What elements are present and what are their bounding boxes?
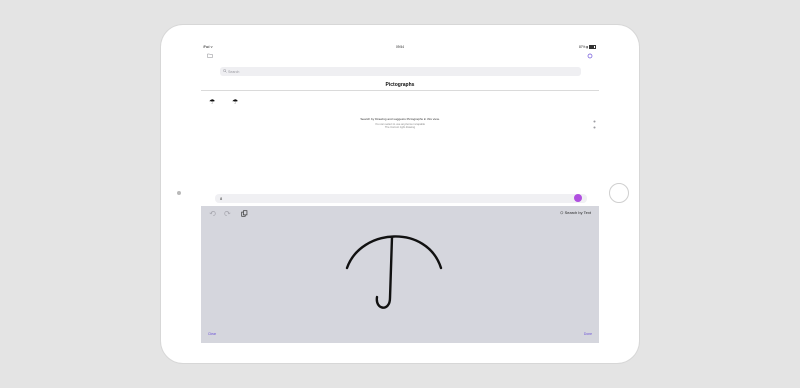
navigation-bar [201,52,599,64]
info-text: Search by Drawing and suggests Pictograp… [360,117,440,121]
candidate-bar[interactable]: 8 [215,194,587,203]
page-title: Pictographs [385,82,415,88]
title-divider [201,90,599,91]
search-placeholder: Search [228,69,240,74]
handwritten-umbrella-stroke [345,235,443,309]
pictograph-result-1[interactable]: ☂ [209,98,215,106]
search-bar[interactable]: Search [220,67,581,76]
done-button[interactable]: Done [584,332,592,336]
front-camera [177,191,181,195]
search-icon [223,69,227,73]
info-subtext: You can select to use any/some incapable… [201,123,599,130]
status-battery-text: 87% ▮ [578,45,596,50]
index-dot-icon[interactable] [593,126,596,129]
home-button[interactable] [609,183,629,203]
clear-button[interactable]: Clear [208,332,216,336]
pictograph-result-2[interactable]: ☂ [232,98,238,106]
info-subtext-line-2: The Correct right drawing [384,126,416,130]
refresh-icon[interactable] [587,53,593,59]
battery-icon [589,45,596,50]
drawing-pad[interactable]: Search by Text Clear Done [201,206,599,343]
candidate-text: 8 [220,196,223,201]
status-time: 09:54 [396,45,404,49]
index-dot-icon[interactable] [593,120,596,123]
battery-percent: 87% ▮ [578,45,588,50]
folder-icon[interactable] [207,53,213,58]
status-bar: iPad ᯤ 09:54 87% ▮ [201,43,599,51]
color-picker-button[interactable] [574,194,582,202]
app-screen: iPad ᯤ 09:54 87% ▮ Search Pictographs ☂ … [201,43,599,343]
